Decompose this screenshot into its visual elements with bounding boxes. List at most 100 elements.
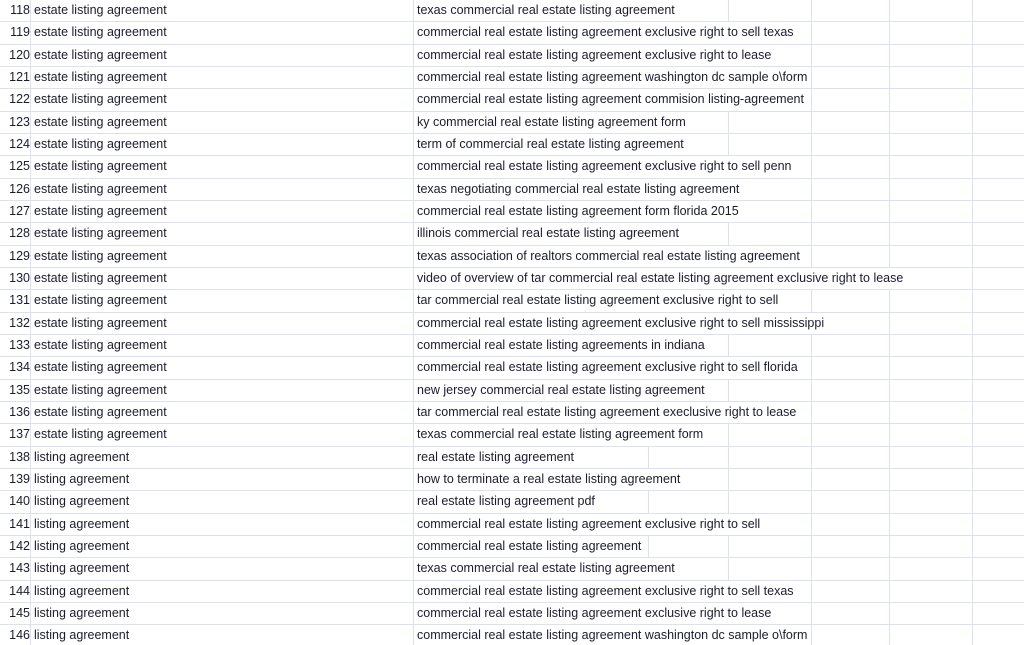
cell-keyword-group[interactable]: estate listing agreement: [30, 289, 414, 313]
cell-keyword-group[interactable]: listing agreement: [30, 624, 414, 645]
cell-keyword-group[interactable]: listing agreement: [30, 513, 414, 536]
cell-empty[interactable]: [728, 490, 812, 514]
table-row[interactable]: 120 estate listing agreement commercial re…: [0, 44, 1024, 67]
cell-keyword-group[interactable]: estate listing agreement: [30, 44, 414, 67]
row-header-cell[interactable]: 139: [0, 468, 31, 492]
cell-empty[interactable]: [972, 423, 1024, 447]
row-header-cell[interactable]: 123: [0, 111, 31, 134]
table-row[interactable]: 129 estate listing agreement texas associa…: [0, 245, 1024, 268]
table-row[interactable]: 140 listing agreement real estate listing …: [0, 490, 1024, 514]
row-header-cell[interactable]: 121: [0, 66, 31, 90]
cell-keyword-phrase[interactable]: commercial real estate listing agreement…: [413, 44, 774, 67]
cell-empty[interactable]: [811, 200, 890, 224]
cell-empty[interactable]: [811, 356, 890, 380]
cell-empty[interactable]: [811, 289, 890, 313]
row-header-cell[interactable]: 119: [0, 21, 31, 45]
table-row[interactable]: 119 estate listing agreement commercial re…: [0, 21, 1024, 45]
cell-empty[interactable]: [889, 312, 973, 335]
cell-keyword-phrase[interactable]: commercial real estate listing agreement…: [413, 21, 796, 45]
cell-empty[interactable]: [889, 446, 973, 469]
table-row[interactable]: 118 estate listing agreement texas commerc…: [0, 0, 1024, 23]
cell-keyword-phrase[interactable]: illinois commercial real estate listing …: [413, 222, 681, 246]
cell-empty[interactable]: [972, 580, 1024, 603]
cell-keyword-phrase[interactable]: tar commercial real estate listing agree…: [413, 289, 781, 313]
cell-keyword-phrase[interactable]: commercial real estate listing agreement…: [413, 334, 707, 358]
row-header-cell[interactable]: 118: [0, 0, 31, 23]
cell-empty[interactable]: [889, 379, 973, 402]
cell-empty[interactable]: [811, 334, 890, 358]
worksheet-table[interactable]: 118 estate listing agreement texas commerc…: [0, 0, 1024, 645]
table-row[interactable]: 144 listing agreement commercial real esta…: [0, 580, 1024, 603]
cell-empty[interactable]: [972, 446, 1024, 469]
table-row[interactable]: 142 listing agreement commercial real esta…: [0, 535, 1024, 559]
cell-empty[interactable]: [728, 200, 812, 224]
cell-empty[interactable]: [889, 222, 973, 246]
cell-empty[interactable]: [811, 513, 890, 536]
cell-keyword-phrase[interactable]: commercial real estate listing agreement…: [413, 602, 774, 626]
cell-empty[interactable]: [728, 468, 812, 492]
row-header-cell[interactable]: 131: [0, 289, 31, 313]
cell-keyword-phrase[interactable]: how to terminate a real estate listing a…: [413, 468, 683, 492]
table-row[interactable]: 123 estate listing agreement ky commercial…: [0, 111, 1024, 134]
cell-empty[interactable]: [811, 490, 890, 514]
cell-empty[interactable]: [972, 312, 1024, 335]
cell-empty[interactable]: [889, 155, 973, 179]
cell-empty[interactable]: [889, 88, 973, 112]
cell-empty[interactable]: [972, 0, 1024, 23]
cell-empty[interactable]: [889, 468, 973, 492]
cell-empty[interactable]: [811, 624, 890, 645]
table-row[interactable]: 136 estate listing agreement tar commercia…: [0, 401, 1024, 425]
cell-keyword-phrase[interactable]: texas commercial real estate listing agr…: [413, 0, 677, 23]
row-header-cell[interactable]: 122: [0, 88, 31, 112]
cell-empty[interactable]: [972, 178, 1024, 201]
cell-empty[interactable]: [889, 245, 973, 268]
cell-keyword-phrase[interactable]: video of overview of tar commercial real…: [413, 267, 906, 291]
cell-empty[interactable]: [889, 401, 973, 425]
cell-keyword-phrase[interactable]: commercial real estate listing agreement…: [413, 88, 806, 112]
cell-keyword-group[interactable]: estate listing agreement: [30, 155, 414, 179]
cell-keyword-group[interactable]: estate listing agreement: [30, 222, 414, 246]
cell-empty[interactable]: [972, 535, 1024, 559]
table-row[interactable]: 134 estate listing agreement commercial re…: [0, 356, 1024, 380]
cell-empty[interactable]: [972, 468, 1024, 492]
cell-empty[interactable]: [811, 178, 890, 201]
cell-empty[interactable]: [972, 289, 1024, 313]
cell-empty[interactable]: [889, 21, 973, 45]
cell-keyword-group[interactable]: estate listing agreement: [30, 245, 414, 268]
cell-keyword-phrase[interactable]: commercial real estate listing agreement…: [413, 200, 741, 224]
cell-empty[interactable]: [972, 222, 1024, 246]
cell-empty[interactable]: [972, 66, 1024, 90]
cell-empty[interactable]: [889, 133, 973, 157]
cell-empty[interactable]: [811, 111, 890, 134]
cell-empty[interactable]: [889, 66, 973, 90]
cell-keyword-phrase[interactable]: term of commercial real estate listing a…: [413, 133, 686, 157]
cell-empty[interactable]: [889, 289, 973, 313]
cell-empty[interactable]: [972, 490, 1024, 514]
row-header-cell[interactable]: 130: [0, 267, 31, 291]
cell-keyword-phrase[interactable]: new jersey commercial real estate listin…: [413, 379, 707, 402]
cell-empty[interactable]: [972, 133, 1024, 157]
cell-keyword-phrase[interactable]: commercial real estate listing agreement…: [413, 513, 763, 536]
cell-keyword-group[interactable]: estate listing agreement: [30, 200, 414, 224]
cell-empty[interactable]: [728, 0, 812, 23]
table-row[interactable]: 127 estate listing agreement commercial re…: [0, 200, 1024, 224]
cell-empty[interactable]: [811, 379, 890, 402]
cell-empty[interactable]: [811, 155, 890, 179]
cell-empty[interactable]: [811, 21, 890, 45]
cell-empty[interactable]: [811, 44, 890, 67]
cell-empty[interactable]: [811, 88, 890, 112]
row-header-cell[interactable]: 135: [0, 379, 31, 402]
row-header-cell[interactable]: 129: [0, 245, 31, 268]
table-row[interactable]: 131 estate listing agreement tar commercia…: [0, 289, 1024, 313]
cell-keyword-group[interactable]: estate listing agreement: [30, 21, 414, 45]
cell-empty[interactable]: [811, 580, 890, 603]
cell-empty[interactable]: [889, 111, 973, 134]
cell-keyword-group[interactable]: estate listing agreement: [30, 312, 414, 335]
row-header-cell[interactable]: 132: [0, 312, 31, 335]
table-row[interactable]: 135 estate listing agreement new jersey co…: [0, 379, 1024, 402]
cell-keyword-group[interactable]: estate listing agreement: [30, 267, 414, 291]
table-row[interactable]: 146 listing agreement commercial real esta…: [0, 624, 1024, 645]
cell-empty[interactable]: [889, 356, 973, 380]
row-header-cell[interactable]: 137: [0, 423, 31, 447]
table-row[interactable]: 137 estate listing agreement texas commerc…: [0, 423, 1024, 447]
